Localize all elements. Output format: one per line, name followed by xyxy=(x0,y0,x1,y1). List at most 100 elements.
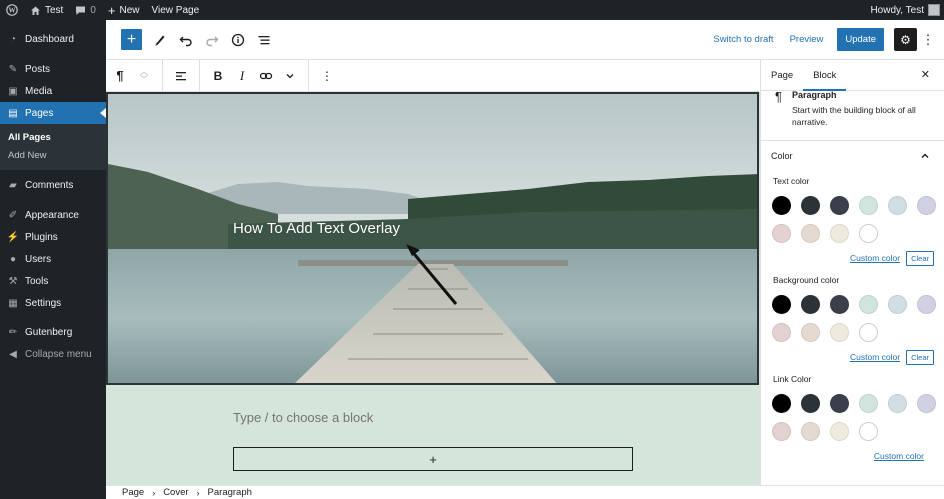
link-color-swatch[interactable] xyxy=(830,422,849,441)
wordpress-logo-icon: W xyxy=(6,4,18,16)
text-color-swatch[interactable] xyxy=(801,224,820,243)
sidebar-item-comments[interactable]: ▰ Comments xyxy=(0,174,106,196)
text-color-swatch[interactable] xyxy=(888,196,907,215)
text-color-palette xyxy=(761,196,944,243)
bg-color-swatch[interactable] xyxy=(859,295,878,314)
close-icon[interactable]: ✕ xyxy=(921,68,930,81)
undo-button[interactable] xyxy=(174,28,198,52)
preview-button[interactable]: Preview xyxy=(782,34,832,45)
redo-button[interactable] xyxy=(200,28,224,52)
new-content-menu[interactable]: + New xyxy=(102,0,146,20)
link-color-swatch[interactable] xyxy=(801,394,820,413)
block-options-button[interactable]: ⋮ xyxy=(315,60,339,92)
submenu-all-pages[interactable]: All Pages xyxy=(0,128,106,146)
bg-color-swatch[interactable] xyxy=(801,295,820,314)
sidebar-item-label: Dashboard xyxy=(25,33,74,45)
link-custom-color-link[interactable]: Custom color xyxy=(874,451,924,461)
media-icon: ▣ xyxy=(8,85,18,97)
bg-color-swatch[interactable] xyxy=(801,323,820,342)
sidebar-item-settings[interactable]: ▦ Settings xyxy=(0,292,106,314)
sidebar-item-gutenberg[interactable]: ✏ Gutenberg xyxy=(0,321,106,343)
list-view-button[interactable] xyxy=(252,28,276,52)
sidebar-item-appearance[interactable]: ✐ Appearance xyxy=(0,204,106,226)
link-color-swatch[interactable] xyxy=(772,394,791,413)
align-button[interactable] xyxy=(169,60,193,92)
sidebar-item-pages[interactable]: ▤ Pages xyxy=(0,102,106,124)
link-color-swatch[interactable] xyxy=(859,394,878,413)
link-color-swatch[interactable] xyxy=(917,394,936,413)
block-inserter-button[interactable]: + xyxy=(121,29,142,50)
sidebar-item-users[interactable]: ● Users xyxy=(0,248,106,270)
link-color-swatch[interactable] xyxy=(888,394,907,413)
text-color-clear-button[interactable]: Clear xyxy=(906,250,934,266)
site-name: Test xyxy=(45,4,64,16)
text-color-swatch[interactable] xyxy=(801,196,820,215)
sidebar-item-tools[interactable]: ⚒ Tools xyxy=(0,270,106,292)
bg-color-swatch[interactable] xyxy=(772,323,791,342)
comments-menu[interactable]: 0 xyxy=(69,0,102,20)
link-color-swatch[interactable] xyxy=(801,422,820,441)
color-panel-toggle[interactable]: Color xyxy=(761,141,944,171)
link-color-swatch[interactable] xyxy=(830,394,849,413)
block-placeholder[interactable]: Type / to choose a block xyxy=(233,410,373,425)
sidebar-item-posts[interactable]: ✎ Posts xyxy=(0,58,106,80)
settings-icon: ▦ xyxy=(8,297,18,309)
plus-icon: + xyxy=(429,451,437,467)
block-appender-button[interactable]: + xyxy=(233,447,633,471)
text-color-swatch[interactable] xyxy=(917,196,936,215)
settings-toggle-button[interactable]: ⚙ xyxy=(894,28,917,51)
sidebar-item-label: Settings xyxy=(25,297,62,309)
sidebar-item-plugins[interactable]: ⚡ Plugins xyxy=(0,226,106,248)
link-color-swatch[interactable] xyxy=(772,422,791,441)
text-color-swatch[interactable] xyxy=(830,196,849,215)
submenu-add-new[interactable]: Add New xyxy=(0,146,106,164)
breadcrumb-cover[interactable]: Cover xyxy=(163,487,188,498)
view-page-link[interactable]: View Page xyxy=(146,0,206,20)
bold-button[interactable]: B xyxy=(206,60,230,92)
more-options-button[interactable]: ⋮ xyxy=(920,28,936,51)
text-color-swatch[interactable] xyxy=(772,224,791,243)
svg-text:W: W xyxy=(9,7,16,15)
bg-color-swatch[interactable] xyxy=(888,295,907,314)
italic-button[interactable]: I xyxy=(230,60,254,92)
cover-overlay-text[interactable]: How To Add Text Overlay xyxy=(233,220,400,237)
account-menu[interactable]: Howdy, Test xyxy=(864,0,944,20)
block-type-button[interactable]: ¶ xyxy=(108,60,132,92)
sidebar-item-media[interactable]: ▣ Media xyxy=(0,80,106,102)
tab-page[interactable]: Page xyxy=(761,60,803,91)
block-card: ¶ Paragraph Start with the building bloc… xyxy=(761,89,944,141)
bold-icon: B xyxy=(213,68,223,83)
breadcrumb-paragraph[interactable]: Paragraph xyxy=(208,487,252,498)
pen-icon xyxy=(155,35,165,45)
background-custom-color-link[interactable]: Custom color xyxy=(850,352,900,362)
text-color-swatch[interactable] xyxy=(830,224,849,243)
move-block-buttons[interactable]: ︿ ﹀ xyxy=(132,60,156,92)
background-color-clear-button[interactable]: Clear xyxy=(906,349,934,365)
bg-color-swatch[interactable] xyxy=(859,323,878,342)
site-name-menu[interactable]: Test xyxy=(24,0,69,20)
text-custom-color-link[interactable]: Custom color xyxy=(850,253,900,263)
bg-color-swatch[interactable] xyxy=(917,295,936,314)
align-left-icon xyxy=(176,71,186,80)
more-formatting-button[interactable] xyxy=(278,60,302,92)
tab-block[interactable]: Block xyxy=(803,60,846,91)
link-button[interactable] xyxy=(254,60,278,92)
collapse-menu-button[interactable]: ◀ Collapse menu xyxy=(0,343,106,365)
text-color-swatch[interactable] xyxy=(859,224,878,243)
update-button[interactable]: Update xyxy=(837,28,884,51)
switch-to-draft-button[interactable]: Switch to draft xyxy=(705,34,781,45)
text-color-swatch[interactable] xyxy=(772,196,791,215)
background-color-label: Background color xyxy=(773,275,840,285)
breadcrumb-page[interactable]: Page xyxy=(122,487,144,498)
bg-color-swatch[interactable] xyxy=(830,323,849,342)
sidebar-item-dashboard[interactable]: ◔ Dashboard xyxy=(0,28,106,50)
details-button[interactable] xyxy=(226,28,250,52)
bg-color-swatch[interactable] xyxy=(830,295,849,314)
bg-color-swatch[interactable] xyxy=(772,295,791,314)
text-color-swatch[interactable] xyxy=(859,196,878,215)
wp-logo-menu[interactable]: W xyxy=(0,0,24,20)
tools-button[interactable] xyxy=(148,28,172,52)
admin-sidebar: ◔ Dashboard ✎ Posts ▣ Media ▤ Pages All Page… xyxy=(0,20,106,499)
link-color-swatch[interactable] xyxy=(859,422,878,441)
cover-block[interactable]: How To Add Text Overlay xyxy=(106,92,759,385)
